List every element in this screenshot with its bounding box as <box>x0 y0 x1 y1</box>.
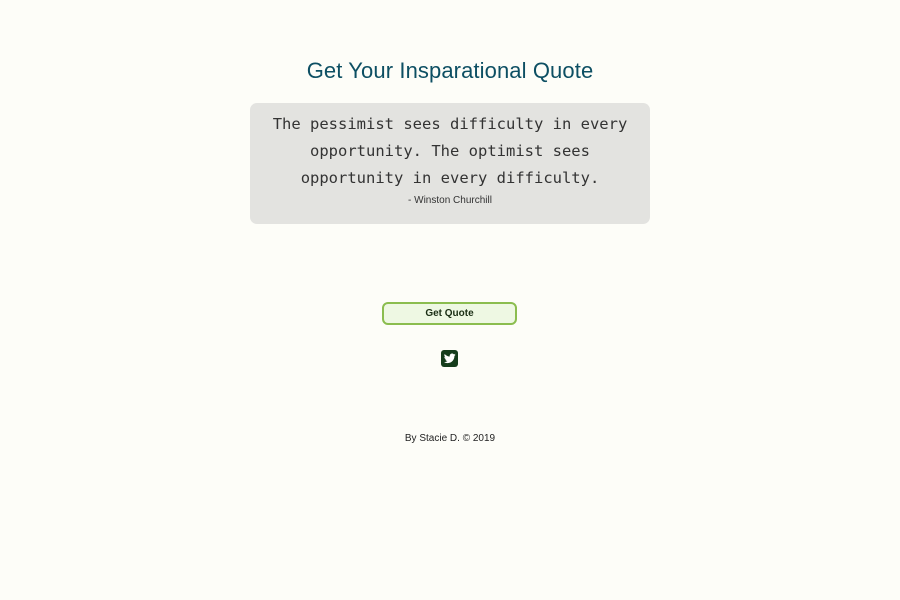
tweet-quote-link[interactable] <box>441 350 458 367</box>
page-title: Get Your Insparational Quote <box>306 58 594 83</box>
quote-page: Get Your Insparational Quote The pessimi… <box>0 0 900 600</box>
twitter-icon <box>443 353 456 364</box>
quote-text: The pessimist sees difficulty in every o… <box>272 115 628 187</box>
quote-author: - Winston Churchill <box>408 195 492 206</box>
footer-credit: By Stacie D. © 2019 <box>404 433 496 444</box>
get-quote-button[interactable]: Get Quote <box>382 302 517 325</box>
quote-card: The pessimist sees difficulty in every o… <box>250 103 650 224</box>
